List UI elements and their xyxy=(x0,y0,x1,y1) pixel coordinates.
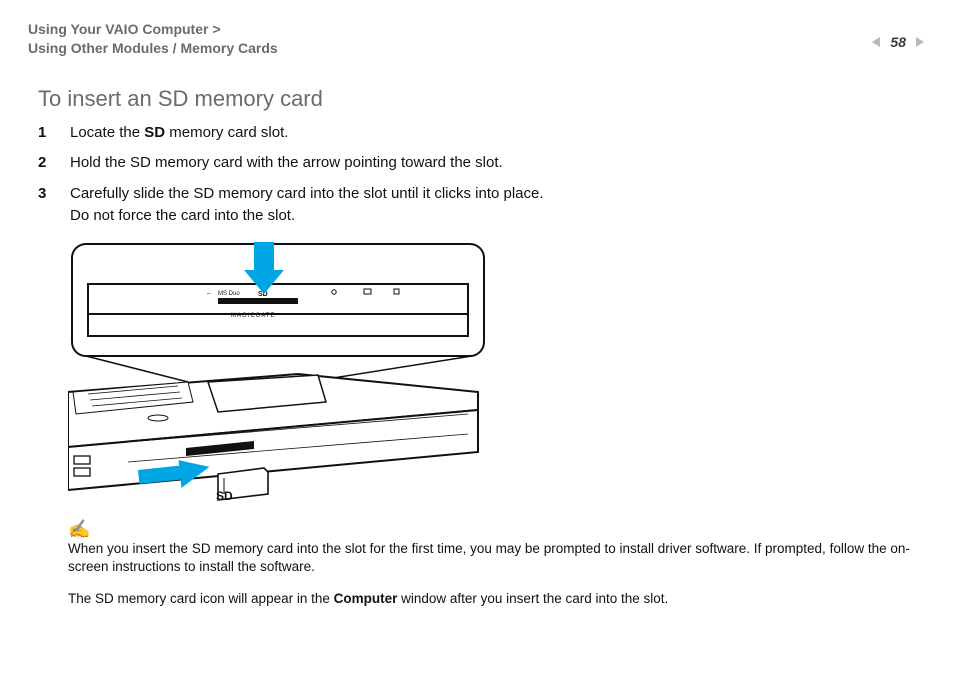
step-text-part: Hold the SD memory card with the arrow p… xyxy=(70,154,503,171)
steps-list: 1 Locate the SD memory card slot. 2 Hold… xyxy=(38,122,926,228)
note-block: ✍ When you insert the SD memory card int… xyxy=(68,520,916,609)
note-text-part: The SD memory card icon will appear in t… xyxy=(68,591,334,606)
step-number: 3 xyxy=(38,183,52,228)
step-number: 2 xyxy=(38,152,52,175)
step-text-part: memory card slot. xyxy=(165,124,288,141)
note-icon: ✍ xyxy=(68,520,916,538)
pager: 58 xyxy=(870,34,926,50)
step-text: Hold the SD memory card with the arrow p… xyxy=(70,152,926,175)
illustration: ⇔ MS Duo SD MAGICGATE xyxy=(68,242,488,502)
note-text: The SD memory card icon will appear in t… xyxy=(68,590,916,608)
note-text-part: window after you insert the card into th… xyxy=(397,591,668,606)
breadcrumb: Using Your VAIO Computer Using Other Mod… xyxy=(28,20,278,58)
step-item: 2 Hold the SD memory card with the arrow… xyxy=(38,152,926,175)
insert-down-arrow-icon xyxy=(244,242,284,294)
step-text: Carefully slide the SD memory card into … xyxy=(70,183,926,228)
magicgate-label: MAGICGATE xyxy=(231,313,276,319)
svg-text:⇔: ⇔ xyxy=(206,291,212,297)
note-text-part: When you insert the SD memory card into … xyxy=(68,541,910,574)
note-text-bold: Computer xyxy=(334,591,398,606)
step-text-part: Do not force the card into the slot. xyxy=(70,207,295,224)
step-text: Locate the SD memory card slot. xyxy=(70,122,926,145)
step-text-part: Locate the xyxy=(70,124,144,141)
page-number: 58 xyxy=(890,34,906,50)
step-item: 3 Carefully slide the SD memory card int… xyxy=(38,183,926,228)
next-page-icon[interactable] xyxy=(912,35,926,49)
breadcrumb-line-2: Using Other Modules / Memory Cards xyxy=(28,39,278,58)
step-item: 1 Locate the SD memory card slot. xyxy=(38,122,926,145)
sd-card-label: SD xyxy=(216,489,233,502)
page: Using Your VAIO Computer Using Other Mod… xyxy=(0,0,954,674)
section-title: To insert an SD memory card xyxy=(38,86,926,112)
breadcrumb-line-1: Using Your VAIO Computer xyxy=(28,20,278,39)
note-text: When you insert the SD memory card into … xyxy=(68,540,916,576)
content-body: To insert an SD memory card 1 Locate the… xyxy=(28,86,926,609)
msduo-label: MS Duo xyxy=(218,291,240,297)
prev-page-icon[interactable] xyxy=(870,35,884,49)
laptop-front-view xyxy=(68,374,478,490)
step-number: 1 xyxy=(38,122,52,145)
step-text-part: Carefully slide the SD memory card into … xyxy=(70,185,544,202)
step-text-bold: SD xyxy=(144,124,165,141)
page-header: Using Your VAIO Computer Using Other Mod… xyxy=(28,20,926,58)
